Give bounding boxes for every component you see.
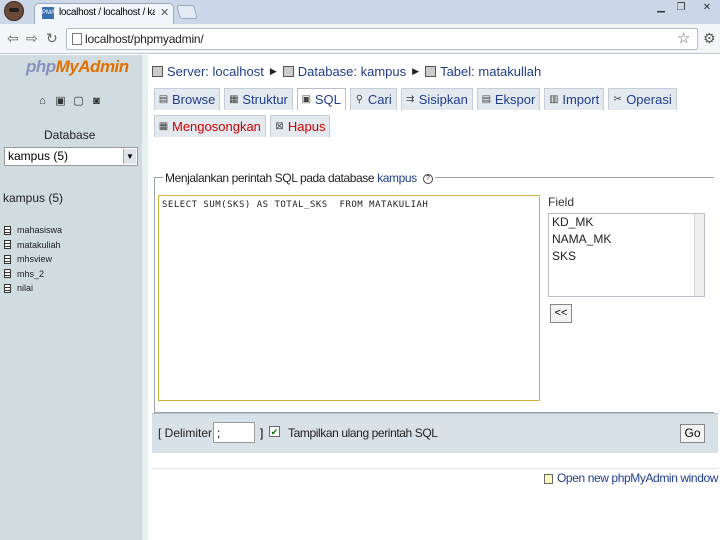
chevron-down-icon: ▼: [123, 149, 136, 164]
database-link[interactable]: kampus: [377, 171, 417, 185]
reload-icon[interactable]: ↻: [46, 30, 58, 47]
delimiter-input[interactable]: [213, 422, 255, 443]
browser-tabstrip: PMA localhost / localhost / kampus ✕ ▁ ❐…: [0, 0, 720, 24]
table-list-item[interactable]: mahasiswa: [4, 223, 62, 238]
close-icon[interactable]: ✕: [698, 2, 716, 14]
tab-ekspor[interactable]: ▤ Ekspor: [476, 88, 541, 110]
field-listbox[interactable]: KD_MK NAMA_MK SKS: [548, 213, 705, 297]
minimize-icon[interactable]: ▁: [652, 2, 670, 14]
profile-avatar[interactable]: [4, 1, 24, 21]
tab-row: ▤ Browse ▦ Struktur ▣ SQL ⚲ Cari ⇉ Sisipkan ▤…: [154, 88, 681, 110]
forward-icon[interactable]: ⇨: [26, 30, 38, 47]
tab-close-icon[interactable]: ✕: [160, 6, 169, 19]
table-list: mahasiswa matakuliah mhsview mhs_2 nilai: [4, 223, 62, 296]
tab-row-2: ▦ Mengosongkan ⊠ Hapus: [154, 115, 334, 137]
tab-sql[interactable]: ▣ SQL: [296, 88, 346, 110]
table-list-item[interactable]: matakuliah: [4, 238, 62, 253]
breadcrumb: Server: localhost ▶ Database: kampus ▶ T…: [152, 64, 541, 79]
server-icon: [152, 66, 163, 77]
structure-icon: ▦: [229, 94, 239, 105]
quick-links: ⌂ ▣ ▢ ◙: [36, 95, 103, 108]
breadcrumb-arrow-icon: ▶: [412, 66, 420, 76]
show-query-label: Tampilkan ulang perintah SQL: [288, 426, 438, 440]
table-list-item[interactable]: mhs_2: [4, 267, 62, 282]
database-label: Database: [44, 128, 96, 142]
field-option[interactable]: NAMA_MK: [549, 231, 704, 248]
breadcrumb-table[interactable]: Tabel: matakullah: [440, 64, 541, 79]
import-icon: ▥: [549, 94, 559, 105]
database-icon: [282, 66, 294, 77]
docs-icon[interactable]: ◙: [90, 95, 103, 108]
database-select[interactable]: kampus (5) ▼: [4, 147, 138, 166]
show-query-checkbox[interactable]: ✔: [269, 426, 280, 437]
back-icon[interactable]: ⇦: [7, 30, 19, 47]
field-label: Field: [548, 195, 575, 209]
sql-icon: ▣: [301, 94, 312, 105]
table-icon: [4, 254, 11, 264]
page-icon: [72, 33, 82, 45]
search-icon: ⚲: [355, 94, 364, 105]
maximize-icon[interactable]: ❐: [672, 2, 690, 14]
insert-field-button[interactable]: <<: [550, 304, 572, 323]
breadcrumb-database[interactable]: Database: kampus: [298, 64, 406, 79]
tab-mengosongkan[interactable]: ▦ Mengosongkan: [154, 115, 266, 137]
divider-line: [152, 468, 718, 469]
left-navigation-frame: phpMyAdmin ⌂ ▣ ▢ ◙ Database kampus (5) ▼…: [0, 55, 142, 540]
documentation-icon[interactable]: ?: [422, 173, 433, 184]
operations-icon: ✂: [613, 94, 622, 105]
new-window-icon: [544, 473, 553, 484]
database-heading-link[interactable]: kampus (5): [3, 191, 63, 205]
table-icon: [4, 225, 11, 235]
new-tab-button[interactable]: [176, 5, 198, 19]
phpmyadmin-logo[interactable]: phpMyAdmin: [26, 57, 129, 77]
breadcrumb-server[interactable]: Server: localhost: [167, 64, 264, 79]
star-icon[interactable]: ☆: [677, 29, 690, 47]
tab-sisipkan[interactable]: ⇉ Sisipkan: [400, 88, 473, 110]
browser-tab[interactable]: PMA localhost / localhost / kampus ✕: [34, 3, 174, 24]
tab-title: localhost / localhost / kampus: [59, 7, 155, 18]
listbox-scrollbar[interactable]: [694, 214, 704, 296]
table-list-item[interactable]: nilai: [4, 281, 62, 296]
empty-icon: ▦: [158, 121, 169, 132]
sql-window-icon[interactable]: ▣: [54, 95, 67, 108]
delimiter-label: [ Delimiter: [158, 426, 213, 440]
sql-query-textarea[interactable]: SELECT SUM(SKS) AS TOTAL_SKS FROM MATAKU…: [158, 195, 540, 401]
sql-legend: Menjalankan perintah SQL pada database k…: [163, 171, 435, 185]
home-icon[interactable]: ⌂: [36, 95, 49, 108]
browse-icon: ▤: [158, 94, 169, 105]
drop-icon: ⊠: [275, 121, 284, 132]
delimiter-bracket: ]: [260, 426, 264, 440]
field-option[interactable]: KD_MK: [549, 214, 704, 231]
breadcrumb-arrow-icon: ▶: [269, 66, 277, 76]
wrench-icon[interactable]: ⚙: [703, 30, 716, 47]
tab-hapus[interactable]: ⊠ Hapus: [269, 115, 331, 137]
query-window-icon[interactable]: ▢: [72, 95, 85, 108]
main-content: Server: localhost ▶ Database: kampus ▶ T…: [148, 55, 720, 540]
table-icon: [4, 269, 11, 279]
go-button[interactable]: Go: [680, 424, 705, 443]
export-icon: ▤: [481, 94, 492, 105]
table-icon: [4, 240, 11, 250]
table-icon: [4, 283, 11, 293]
tab-browse[interactable]: ▤ Browse: [154, 88, 221, 110]
tab-operasi[interactable]: ✂ Operasi: [608, 88, 677, 110]
field-option[interactable]: SKS: [549, 248, 704, 265]
pma-favicon-icon: PMA: [42, 7, 55, 19]
tab-cari[interactable]: ⚲ Cari: [349, 88, 397, 110]
insert-icon: ⇉: [406, 94, 415, 105]
table-list-item[interactable]: mhsview: [4, 252, 62, 267]
address-bar[interactable]: localhost/phpmyadmin/ ☆: [66, 28, 698, 50]
url-text[interactable]: localhost/phpmyadmin/: [85, 32, 204, 46]
tab-struktur[interactable]: ▦ Struktur: [224, 88, 293, 110]
browser-toolbar: ⇦ ⇨ ↻ localhost/phpmyadmin/ ☆ ⚙: [0, 24, 720, 54]
tab-import[interactable]: ▥ Import: [544, 88, 605, 110]
sql-options-bar: [ Delimiter ] ✔ Tampilkan ulang perintah…: [152, 413, 718, 453]
open-new-window-link[interactable]: Open new phpMyAdmin window: [544, 471, 718, 485]
table-icon: [425, 66, 437, 77]
